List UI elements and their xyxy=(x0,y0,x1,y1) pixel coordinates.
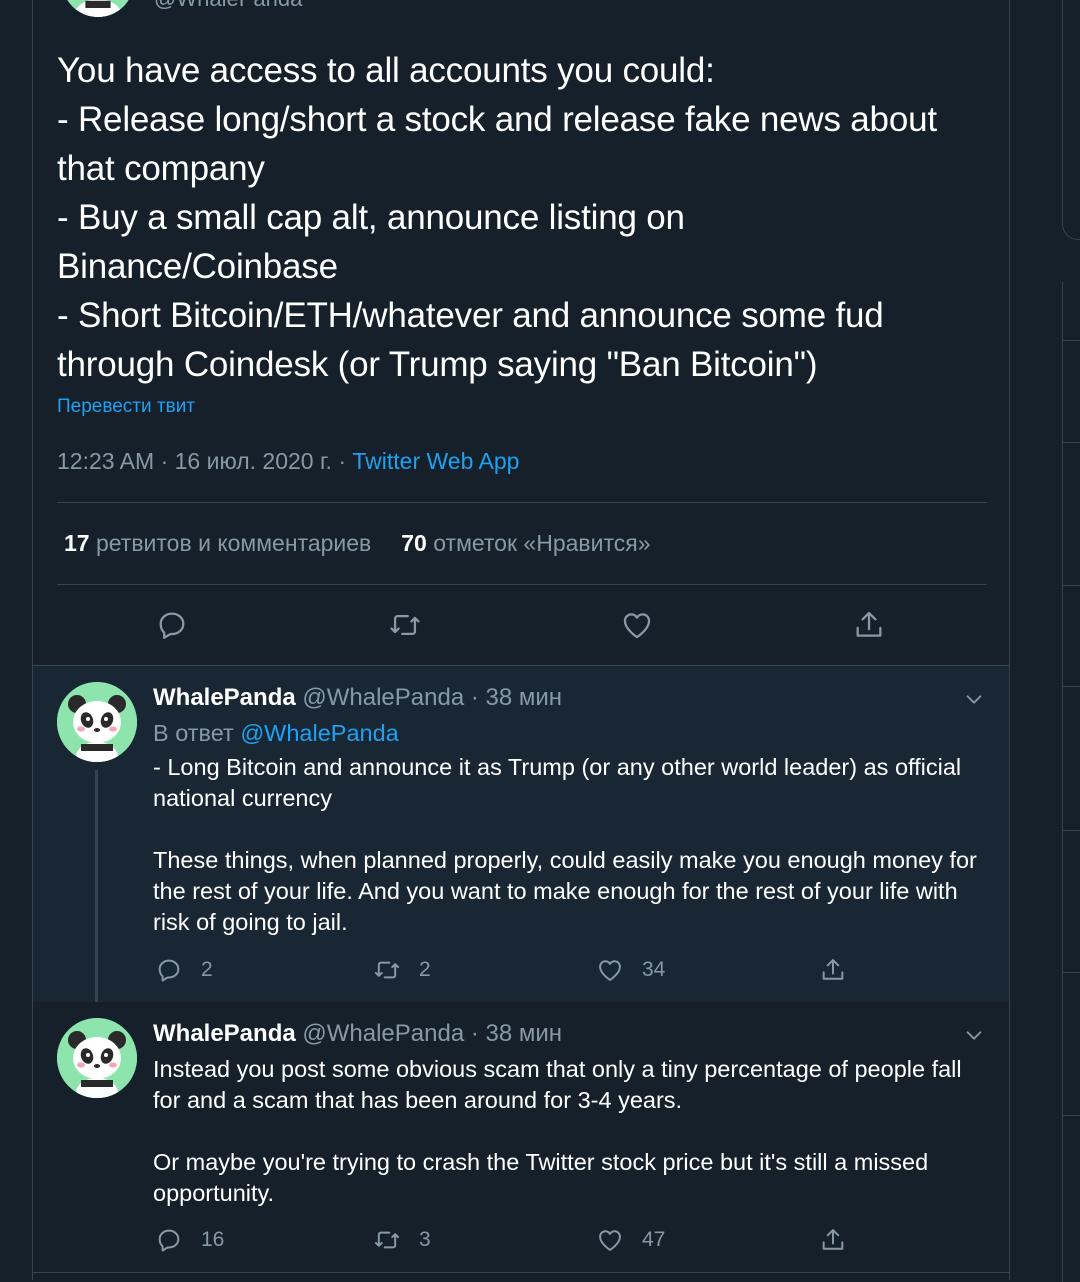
likes-stat[interactable]: 70 отметок «Нравится» xyxy=(401,530,650,556)
reply-button[interactable]: 16 xyxy=(155,1225,224,1255)
meta-dot: · xyxy=(470,684,479,711)
chevron-down-icon[interactable] xyxy=(963,688,985,710)
reply-to-prefix: В ответ xyxy=(153,720,234,746)
sidebar-divider xyxy=(1063,585,1080,586)
likes-count: 70 xyxy=(401,530,427,556)
meta-dot: · xyxy=(160,448,169,474)
tweet-time[interactable]: 12:23 AM xyxy=(57,448,154,474)
reply-count: 16 xyxy=(201,1228,225,1251)
reply-to: В ответ @WhalePanda xyxy=(153,718,993,749)
retweet-count: 3 xyxy=(419,1228,431,1251)
author-handle[interactable]: @WhalePanda xyxy=(302,1020,464,1047)
divider xyxy=(33,1272,1009,1273)
reply-icon xyxy=(158,959,180,982)
reply-paragraph: - Long Bitcoin and announce it as Trump … xyxy=(153,754,962,811)
retweet-icon xyxy=(374,961,400,979)
like-count: 47 xyxy=(642,1228,666,1251)
reply-tweet[interactable]: WhalePanda @WhalePanda · 38 мин Instead … xyxy=(33,1002,1009,1272)
retweets-label: ретвитов и комментариев xyxy=(95,530,372,556)
tweet-line: - Short Bitcoin/ETH/whatever and announc… xyxy=(57,296,884,335)
retweet-icon xyxy=(374,1231,400,1249)
tweet-line: Binance/Coinbase xyxy=(57,247,338,286)
share-icon xyxy=(822,1229,844,1250)
sidebar-divider xyxy=(1063,340,1080,341)
reply-tweet[interactable]: WhalePanda @WhalePanda · 38 мин В ответ … xyxy=(33,666,1009,1002)
reply-count: 2 xyxy=(201,958,213,981)
like-button[interactable]: 47 xyxy=(596,1225,665,1255)
retweet-button[interactable] xyxy=(388,608,422,642)
retweets-count: 17 xyxy=(64,530,90,556)
author-handle[interactable]: @WhalePanda xyxy=(302,684,464,711)
divider xyxy=(57,584,987,585)
reply-header: WhalePanda @WhalePanda · 38 мин xyxy=(153,1020,562,1048)
retweet-button[interactable]: 2 xyxy=(373,955,431,985)
sidebar-panel-edge xyxy=(1062,0,1080,240)
reply-paragraph: These things, when planned properly, cou… xyxy=(153,847,977,935)
meta-dot: · xyxy=(338,448,346,474)
share-icon xyxy=(822,959,844,980)
reply-paragraph: Instead you post some obvious scam that … xyxy=(153,1056,962,1113)
retweet-count: 2 xyxy=(419,958,431,981)
tweet-meta: 12:23 AM · 16 июл. 2020 г. · Twitter Web… xyxy=(57,448,519,475)
tweet-text: You have access to all accounts you coul… xyxy=(57,46,997,389)
tweet-line: You have access to all accounts you coul… xyxy=(57,51,715,90)
reply-icon xyxy=(159,612,185,639)
retweet-button[interactable]: 3 xyxy=(373,1225,431,1255)
like-button[interactable] xyxy=(620,608,654,642)
reply-button[interactable] xyxy=(155,608,189,642)
reply-text: Instead you post some obvious scam that … xyxy=(153,1054,993,1209)
meta-dot: · xyxy=(470,1020,479,1047)
sidebar-divider xyxy=(1063,1115,1080,1116)
author-name[interactable]: WhalePanda xyxy=(153,684,296,711)
tweet-line: that company xyxy=(57,149,265,188)
tweet-line: through Coindesk (or Trump saying "Ban B… xyxy=(57,345,818,384)
sidebar-divider xyxy=(1063,830,1080,831)
share-icon xyxy=(856,611,882,637)
reply-icon xyxy=(158,1229,180,1252)
tweet-stats: 17 ретвитов и комментариев 70 отметок «Нр… xyxy=(64,530,651,557)
avatar[interactable] xyxy=(57,1018,137,1098)
share-button[interactable] xyxy=(852,608,886,642)
heart-icon xyxy=(599,1230,621,1251)
tweet-line: - Buy a small cap alt, announce listing … xyxy=(57,198,685,237)
divider xyxy=(57,502,987,503)
retweet-icon xyxy=(390,614,420,636)
thread-line xyxy=(95,770,98,1002)
sidebar-divider xyxy=(1063,686,1080,687)
like-button[interactable]: 34 xyxy=(596,955,665,985)
author-name[interactable]: WhalePanda xyxy=(153,1020,296,1047)
retweets-stat[interactable]: 17 ретвитов и комментариев xyxy=(64,530,371,556)
tweet-source-link[interactable]: Twitter Web App xyxy=(352,448,519,474)
reply-time[interactable]: 38 мин xyxy=(486,684,563,711)
like-count: 34 xyxy=(642,958,666,981)
sidebar-divider xyxy=(1063,442,1080,443)
reply-paragraph: Or maybe you're trying to crash the Twit… xyxy=(153,1149,929,1206)
heart-icon xyxy=(623,613,651,639)
chevron-down-icon[interactable] xyxy=(963,1024,985,1046)
sidebar-divider xyxy=(1063,972,1080,973)
tweet-line: - Release long/short a stock and release… xyxy=(57,100,937,139)
panda-avatar-icon xyxy=(57,682,137,762)
reply-time[interactable]: 38 мин xyxy=(486,1020,563,1047)
reply-button[interactable]: 2 xyxy=(155,955,213,985)
sidebar-list-edge xyxy=(1062,282,1080,1282)
likes-label: отметок «Нравится» xyxy=(433,530,651,556)
author-handle[interactable]: @WhalePanda xyxy=(154,0,302,12)
share-button[interactable] xyxy=(819,955,865,985)
reply-header: WhalePanda @WhalePanda · 38 мин xyxy=(153,684,562,712)
reply-to-handle[interactable]: @WhalePanda xyxy=(240,720,398,746)
tweet-date[interactable]: 16 июл. 2020 г. xyxy=(175,448,332,474)
reply-text: В ответ @WhalePanda - Long Bitcoin and a… xyxy=(153,718,993,938)
panda-avatar-icon xyxy=(57,1018,137,1098)
translate-tweet-link[interactable]: Перевести твит xyxy=(57,396,195,418)
share-button[interactable] xyxy=(819,1225,865,1255)
avatar[interactable] xyxy=(57,682,137,762)
heart-icon xyxy=(599,960,621,981)
